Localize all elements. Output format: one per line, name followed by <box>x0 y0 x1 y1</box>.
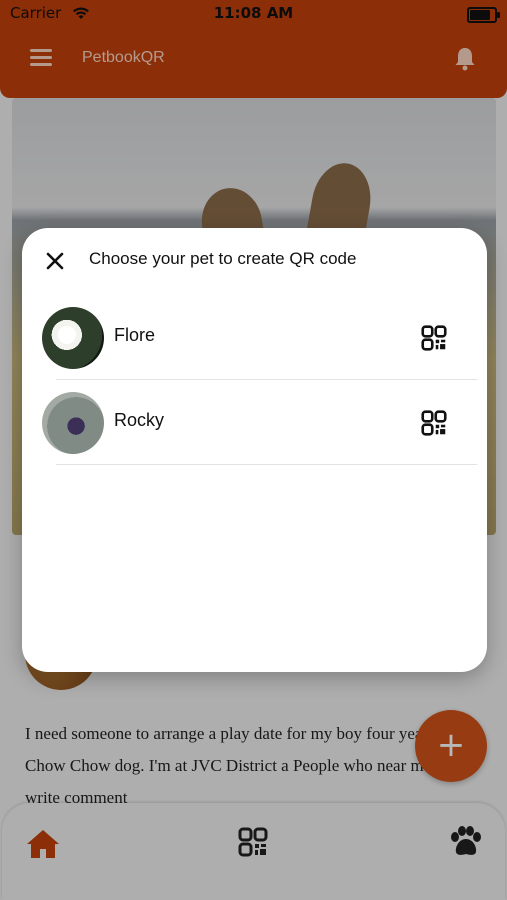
pet-name: Rocky <box>114 410 165 430</box>
close-icon[interactable] <box>44 250 66 272</box>
dialog-title: Choose your pet to create QR code <box>89 249 357 268</box>
pet-row-rocky[interactable]: Rocky <box>42 392 477 476</box>
pet-name: Flore <box>114 325 156 345</box>
divider <box>56 379 477 380</box>
pet-avatar <box>42 392 104 454</box>
pet-row-flore[interactable]: Flore <box>42 307 477 391</box>
pet-avatar <box>42 307 104 369</box>
qr-code-icon[interactable] <box>421 410 447 436</box>
divider <box>56 464 477 465</box>
qr-code-icon[interactable] <box>421 325 447 351</box>
choose-pet-dialog: Choose your pet to create QR code Flore … <box>22 228 487 672</box>
